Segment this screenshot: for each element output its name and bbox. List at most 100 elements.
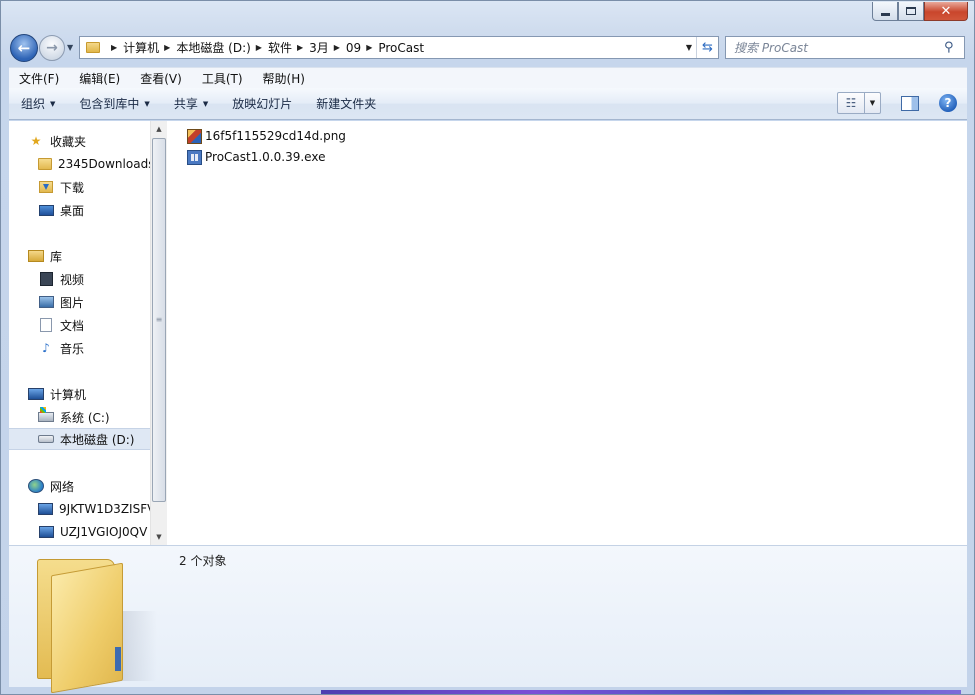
view-options-dropdown[interactable]: ▼ (865, 92, 881, 114)
item-count: 2 个对象 (179, 554, 227, 568)
chevron-right-icon: ▶ (366, 43, 373, 52)
sidebar-item-desktop[interactable]: 桌面 (9, 199, 150, 221)
address-history-dropdown[interactable]: ▼ (686, 43, 692, 52)
png-image-icon (187, 128, 202, 144)
search-icon[interactable]: ⚲ (944, 40, 964, 55)
menu-edit[interactable]: 编辑(E) (69, 70, 130, 87)
share-button[interactable]: 共享 ▼ (162, 95, 220, 112)
main-area: ★ 收藏夹 2345Downloads 下载 桌面 库 视频 图片 文档 ♪ 音乐 … (9, 121, 967, 545)
sidebar-item-favorites[interactable]: ★ 收藏夹 (9, 130, 150, 152)
menu-tools[interactable]: 工具(T) (192, 70, 253, 87)
menu-view[interactable]: 查看(V) (130, 70, 192, 87)
sidebar-item-2345downloads[interactable]: 2345Downloads (9, 153, 150, 175)
breadcrumb-drive-d[interactable]: 本地磁盘 (D:) ▶ (176, 37, 268, 58)
maximize-icon (906, 7, 916, 15)
refresh-icon: ⇆ (702, 40, 713, 55)
breadcrumb-march[interactable]: 3月 ▶ (309, 37, 346, 58)
scrollbar-thumb[interactable]: ≡ (152, 138, 166, 502)
grip-icon: ≡ (155, 315, 163, 324)
command-bar: 组织 ▼ 包含到库中 ▼ 共享 ▼ 放映幻灯片 新建文件夹 ☷ ▼ ? (9, 88, 967, 120)
breadcrumb-procast[interactable]: ProCast (378, 37, 424, 58)
folder-icon (38, 158, 52, 170)
navigation-pane: ★ 收藏夹 2345Downloads 下载 桌面 库 视频 图片 文档 ♪ 音乐 … (9, 121, 150, 545)
menu-bar: 文件(F) 编辑(E) 查看(V) 工具(T) 帮助(H) (9, 67, 967, 88)
command-bar-right: ☷ ▼ ? (837, 92, 957, 114)
chevron-right-icon: ▶ (111, 43, 118, 52)
sidebar-item-music[interactable]: ♪ 音乐 (9, 337, 150, 359)
system-drive-icon (38, 407, 54, 422)
breadcrumb-root[interactable]: ▶ (106, 37, 123, 58)
slideshow-button[interactable]: 放映幻灯片 (220, 95, 304, 112)
sidebar-item-network-pc-2[interactable]: UZJ1VGIOJ0QV (9, 521, 150, 543)
sidebar-item-network[interactable]: 网络 (9, 475, 150, 497)
chevron-right-icon: ▶ (164, 43, 171, 52)
preview-pane-icon[interactable] (901, 95, 919, 111)
folder-icon (86, 42, 100, 53)
explorer-window: ✕ ← → ▼ ▶ 计算机 ▶ 本地磁盘 (D:) ▶ 软件 ▶ 3月 ▶ 09 ▶ Pr… (0, 0, 975, 695)
minimize-button[interactable] (872, 2, 898, 21)
music-icon: ♪ (42, 341, 50, 355)
chevron-down-icon: ▼ (50, 99, 56, 108)
sidebar-item-drive-c[interactable]: 系统 (C:) (9, 406, 150, 428)
network-icon (28, 479, 44, 493)
document-icon (40, 318, 52, 332)
sidebar-item-pictures[interactable]: 图片 (9, 291, 150, 313)
breadcrumb-09[interactable]: 09 ▶ (346, 37, 378, 58)
file-item[interactable]: ProCast1.0.0.39.exe (187, 147, 325, 167)
star-icon: ★ (30, 134, 42, 148)
sidebar-item-computer[interactable]: 计算机 (9, 383, 150, 405)
large-folder-icon (37, 551, 157, 694)
back-button[interactable]: ← (10, 34, 38, 62)
network-computer-icon (38, 526, 54, 538)
breadcrumb-software[interactable]: 软件 ▶ (268, 37, 309, 58)
background-strip (321, 690, 961, 694)
sidebar-item-videos[interactable]: 视频 (9, 268, 150, 290)
scroll-down-icon[interactable]: ▼ (151, 529, 167, 545)
refresh-button[interactable]: ⇆ (696, 37, 718, 58)
sidebar-item-libraries[interactable]: 库 (9, 245, 150, 267)
library-icon (28, 250, 44, 262)
downloads-icon (39, 181, 53, 193)
maximize-button[interactable] (898, 2, 924, 21)
scroll-up-icon[interactable]: ▲ (151, 121, 167, 137)
back-arrow-icon: ← (17, 39, 31, 57)
chevron-right-icon: ▶ (255, 43, 262, 52)
close-icon: ✕ (940, 3, 952, 19)
details-pane: 2 个对象 (9, 545, 967, 694)
window-controls: ✕ (872, 2, 968, 21)
file-item[interactable]: 16f5f115529cd14d.png (187, 126, 346, 146)
forward-arrow-icon: → (46, 40, 58, 56)
navigation-pane-scrollbar[interactable]: ▲ ≡ ▼ (150, 121, 167, 545)
minimize-icon (880, 12, 890, 16)
sidebar-item-network-pc-1[interactable]: 9JKTW1D3ZISFV (9, 498, 150, 520)
organize-button[interactable]: 组织 ▼ (9, 95, 67, 112)
navigation-bar: ← → ▼ ▶ 计算机 ▶ 本地磁盘 (D:) ▶ 软件 ▶ 3月 ▶ 09 ▶ ProC… (1, 32, 974, 62)
chevron-down-icon: ▼ (202, 99, 209, 108)
sidebar-item-documents[interactable]: 文档 (9, 314, 150, 336)
exe-app-icon (187, 149, 202, 165)
address-bar[interactable]: ▶ 计算机 ▶ 本地磁盘 (D:) ▶ 软件 ▶ 3月 ▶ 09 ▶ ProCast ▼ … (79, 36, 719, 59)
sidebar-item-downloads[interactable]: 下载 (9, 176, 150, 198)
change-view-button[interactable]: ☷ (837, 92, 865, 114)
recent-pages-dropdown[interactable]: ▼ (67, 43, 73, 52)
forward-button[interactable]: → (39, 35, 65, 61)
new-folder-button[interactable]: 新建文件夹 (304, 95, 388, 112)
search-box[interactable]: 搜索 ProCast ⚲ (725, 36, 965, 59)
menu-file[interactable]: 文件(F) (9, 70, 69, 87)
video-icon (39, 272, 53, 286)
close-button[interactable]: ✕ (924, 2, 968, 21)
view-icon: ☷ (845, 96, 857, 110)
file-list: 16f5f115529cd14d.png ProCast1.0.0.39.exe (167, 121, 967, 545)
hard-drive-icon (38, 435, 54, 443)
computer-icon (28, 388, 44, 400)
chevron-down-icon: ▼ (144, 99, 150, 108)
breadcrumb-computer[interactable]: 计算机 ▶ (123, 37, 176, 58)
sidebar-item-drive-d[interactable]: 本地磁盘 (D:) (9, 428, 150, 450)
title-bar: ✕ (1, 1, 974, 31)
chevron-right-icon: ▶ (333, 43, 340, 52)
include-in-library-button[interactable]: 包含到库中 ▼ (67, 95, 161, 112)
help-icon[interactable]: ? (939, 94, 957, 112)
search-input[interactable]: 搜索 ProCast (734, 39, 944, 56)
menu-help[interactable]: 帮助(H) (253, 70, 315, 87)
desktop-icon (38, 204, 54, 216)
